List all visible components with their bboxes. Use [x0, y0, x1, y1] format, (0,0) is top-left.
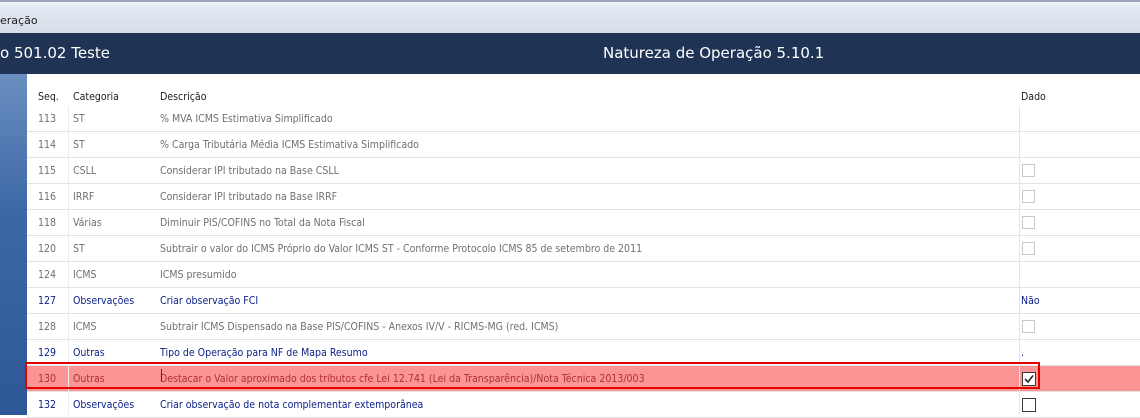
checkbox[interactable]	[1022, 216, 1035, 229]
table-row[interactable]: 128 ICMS Subtrair ICMS Dispensado na Base …	[27, 314, 1140, 340]
table-row[interactable]: 120 ST Subtrair o valor do ICMS Próprio do…	[27, 236, 1140, 262]
row-categoria: Observações	[73, 295, 135, 307]
left-gutter	[0, 74, 27, 415]
row-descricao: Considerar IPI tributado na Base IRRF	[160, 191, 338, 203]
table-row[interactable]: 114 ST % Carga Tributária Média ICMS Estim…	[27, 132, 1140, 158]
row-categoria: ST	[73, 243, 85, 255]
row-categoria: Outras	[73, 347, 105, 359]
row-seq: 127	[38, 295, 57, 307]
form-header: o 501.02 Teste Natureza de Operação 5.10…	[0, 33, 1140, 74]
header-center-title: Natureza de Operação 5.10.1	[603, 44, 825, 62]
table-row[interactable]: 115 CSLL Considerar IPI tributado na Base …	[27, 158, 1140, 184]
table-row[interactable]: 113 ST % MVA ICMS Estimativa Simplificado	[27, 106, 1140, 132]
row-dado[interactable]: .	[1021, 347, 1024, 359]
row-categoria: ICMS	[73, 321, 97, 333]
row-descricao: Subtrair ICMS Dispensado na Base PIS/COF…	[160, 321, 559, 333]
row-seq: 114	[38, 139, 57, 151]
row-descricao: Diminuir PIS/COFINS no Total da Nota Fis…	[160, 217, 365, 229]
row-categoria: Observações	[73, 399, 135, 411]
checkbox[interactable]	[1022, 398, 1036, 412]
row-descricao: Criar observação de nota complementar ex…	[160, 399, 424, 411]
checkbox[interactable]	[1022, 320, 1035, 333]
row-seq: 132	[38, 399, 57, 411]
row-descricao: Considerar IPI tributado na Base CSLL	[160, 165, 339, 177]
row-categoria: IRRF	[73, 191, 95, 203]
row-descricao: Subtrair o valor do ICMS Próprio do Valo…	[160, 243, 643, 255]
row-categoria: ST	[73, 113, 85, 125]
checkbox[interactable]	[1022, 242, 1035, 255]
row-seq: 116	[38, 191, 57, 203]
column-header-seq[interactable]: Seq.	[38, 91, 59, 103]
grid-header: Seq. Categoria Descrição Dado	[27, 74, 1140, 106]
row-descricao: Criar observação FCI	[160, 295, 259, 307]
column-header-dado[interactable]: Dado	[1021, 91, 1046, 103]
header-left-title: o 501.02 Teste	[0, 44, 110, 62]
selected-row-highlight	[25, 362, 1040, 389]
row-seq: 118	[38, 217, 57, 229]
row-seq: 115	[38, 165, 57, 177]
row-seq: 120	[38, 243, 57, 255]
table-row[interactable]: 127 Observações Criar observação FCI Não	[27, 288, 1140, 314]
row-descricao: % Carga Tributária Média ICMS Estimativa…	[160, 139, 419, 151]
row-descricao: % MVA ICMS Estimativa Simplificado	[160, 113, 333, 125]
column-header-descricao[interactable]: Descrição	[160, 91, 206, 103]
checkbox[interactable]	[1022, 190, 1035, 203]
text-cursor	[161, 369, 162, 381]
row-categoria: ST	[73, 139, 85, 151]
table-row[interactable]: 118 Várias Diminuir PIS/COFINS no Total da…	[27, 210, 1140, 236]
row-categoria: ICMS	[73, 269, 97, 281]
row-seq: 124	[38, 269, 57, 281]
row-seq: 113	[38, 113, 57, 125]
row-seq: 129	[38, 347, 57, 359]
row-seq: 128	[38, 321, 57, 333]
window-title: eração	[0, 14, 38, 27]
row-dado[interactable]: Não	[1021, 295, 1040, 307]
row-categoria: Várias	[73, 217, 102, 229]
row-categoria: CSLL	[73, 165, 97, 177]
column-header-categoria[interactable]: Categoria	[73, 91, 119, 103]
row-descricao: Tipo de Operação para NF de Mapa Resumo	[160, 347, 368, 359]
table-row[interactable]: 124 ICMS ICMS presumido	[27, 262, 1140, 288]
table-row[interactable]: 116 IRRF Considerar IPI tributado na Base …	[27, 184, 1140, 210]
checkbox[interactable]	[1022, 164, 1035, 177]
row-descricao: ICMS presumido	[160, 269, 237, 281]
window-titlebar: eração	[0, 0, 1140, 33]
table-row[interactable]: 132 Observações Criar observação de nota c…	[27, 392, 1140, 418]
